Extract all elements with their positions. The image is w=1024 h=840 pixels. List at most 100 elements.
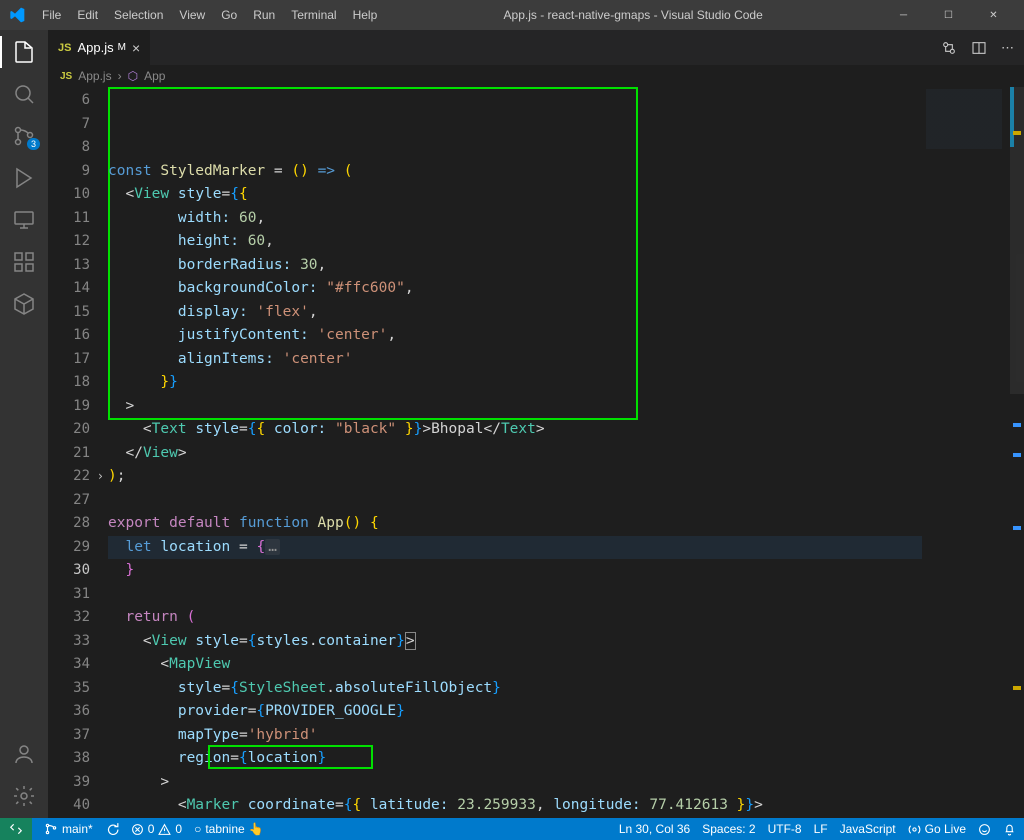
tab-bar: JS App.js M × ⋯ [48,30,1024,65]
code-line[interactable]: return ( [108,606,922,630]
remote-explorer-icon[interactable] [12,208,36,232]
window-title: App.js - react-native-gmaps - Visual Stu… [385,8,881,22]
more-actions-icon[interactable]: ⋯ [1001,40,1014,56]
language-mode[interactable]: JavaScript [840,822,896,836]
code-line[interactable]: backgroundColor: "#ffc600", [108,277,922,301]
minimize-button[interactable]: ─ [881,0,926,30]
code-line[interactable]: </View> [108,442,922,466]
encoding[interactable]: UTF-8 [768,822,802,836]
code-line[interactable]: } [108,559,922,583]
code-line[interactable]: <Text style={{ color: "black" }}>Bhopal<… [108,418,922,442]
account-icon[interactable] [12,742,36,766]
line-number: 12 [48,230,90,254]
code-line[interactable]: }} [108,371,922,395]
editor[interactable]: 6789101112131415161718192021222728293031… [48,87,1024,818]
line-number: 29 [48,536,90,560]
extensions-icon[interactable] [12,250,36,274]
eol[interactable]: LF [814,822,828,836]
code-line[interactable]: > [108,771,922,795]
menu-go[interactable]: Go [213,4,245,26]
code-line[interactable]: display: 'flex', [108,301,922,325]
maximize-button[interactable]: ☐ [926,0,971,30]
code-line[interactable]: borderRadius: 30, [108,254,922,278]
line-number: 31 [48,583,90,607]
line-number: 33 [48,630,90,654]
line-number: 37 [48,724,90,748]
compare-changes-icon[interactable] [941,40,957,56]
cube-icon[interactable] [12,292,36,316]
code-line[interactable]: justifyContent: 'center', [108,324,922,348]
line-number: 19 [48,395,90,419]
tabnine-indicator[interactable]: ○tabnine 👆 [194,822,264,836]
menu-run[interactable]: Run [245,4,283,26]
breadcrumb-symbol[interactable]: App [144,69,165,83]
run-debug-icon[interactable] [12,166,36,190]
breadcrumb-file[interactable]: App.js [78,69,111,83]
menu-file[interactable]: File [34,4,69,26]
code-line[interactable]: height: 60, [108,230,922,254]
line-number: 13 [48,254,90,278]
sync-changes[interactable] [105,822,119,836]
tab-label: App.js [77,40,113,55]
code-line[interactable]: <View style={{ [108,183,922,207]
tab-dirty-indicator: M [118,42,126,53]
code-line[interactable]: mapType='hybrid' [108,724,922,748]
source-control-icon[interactable]: 3 [12,124,36,148]
code-line[interactable]: const StyledMarker = () => ( [108,160,922,184]
chevron-right-icon: › [118,69,122,83]
line-number: 38 [48,747,90,771]
scm-badge: 3 [27,138,40,150]
split-editor-icon[interactable] [971,40,987,56]
code-line[interactable]: alignItems: 'center' [108,348,922,372]
menu-selection[interactable]: Selection [106,4,171,26]
line-number: 11 [48,207,90,231]
go-live[interactable]: Go Live [908,822,966,836]
js-file-icon: JS [60,71,72,82]
feedback-icon[interactable] [978,823,991,836]
code-line[interactable]: region={location} [108,747,922,771]
search-icon[interactable] [12,82,36,106]
line-number: 16 [48,324,90,348]
line-number: 8 [48,136,90,160]
line-number: 40 [48,794,90,818]
code-area[interactable]: const StyledMarker = () => ( <View style… [108,87,922,818]
line-number: 28 [48,512,90,536]
code-line[interactable]: <View style={styles.container}> [108,630,922,654]
js-file-icon: JS [58,42,71,54]
git-branch[interactable]: main* [44,822,93,836]
breadcrumb[interactable]: JS App.js › ⬡ App [48,65,1024,87]
code-line[interactable] [108,489,922,513]
menu-help[interactable]: Help [345,4,386,26]
code-line[interactable]: <MapView [108,653,922,677]
code-line[interactable]: style={StyleSheet.absoluteFillObject} [108,677,922,701]
code-line[interactable]: <Marker coordinate={{ latitude: 23.25993… [108,794,922,818]
explorer-icon[interactable] [12,40,36,64]
settings-gear-icon[interactable] [12,784,36,808]
vertical-scrollbar[interactable] [1010,87,1024,818]
remote-indicator[interactable] [0,818,32,840]
line-number: 9 [48,160,90,184]
menu-edit[interactable]: Edit [69,4,106,26]
minimap[interactable] [922,87,1010,818]
activity-bar: 3 [0,30,48,818]
notifications-icon[interactable] [1003,823,1016,836]
code-line[interactable]: provider={PROVIDER_GOOGLE} [108,700,922,724]
line-number: 17 [48,348,90,372]
code-line[interactable]: let location = {… [108,536,922,560]
code-line[interactable]: <StyledMarker /> [108,818,922,819]
code-line[interactable] [108,583,922,607]
tab-app-js[interactable]: JS App.js M × [48,30,151,65]
symbol-cube-icon: ⬡ [128,69,138,83]
indentation[interactable]: Spaces: 2 [702,822,755,836]
close-button[interactable]: ✕ [971,0,1016,30]
problems-indicator[interactable]: 0 0 [131,822,182,836]
cursor-position[interactable]: Ln 30, Col 36 [619,822,690,836]
code-line[interactable]: export default function App() { [108,512,922,536]
tab-close-icon[interactable]: × [132,40,140,56]
menu-terminal[interactable]: Terminal [283,4,344,26]
code-line[interactable]: > [108,395,922,419]
code-line[interactable]: width: 60, [108,207,922,231]
code-line[interactable]: ); [108,465,922,489]
menu-view[interactable]: View [171,4,213,26]
line-number: 7 [48,113,90,137]
